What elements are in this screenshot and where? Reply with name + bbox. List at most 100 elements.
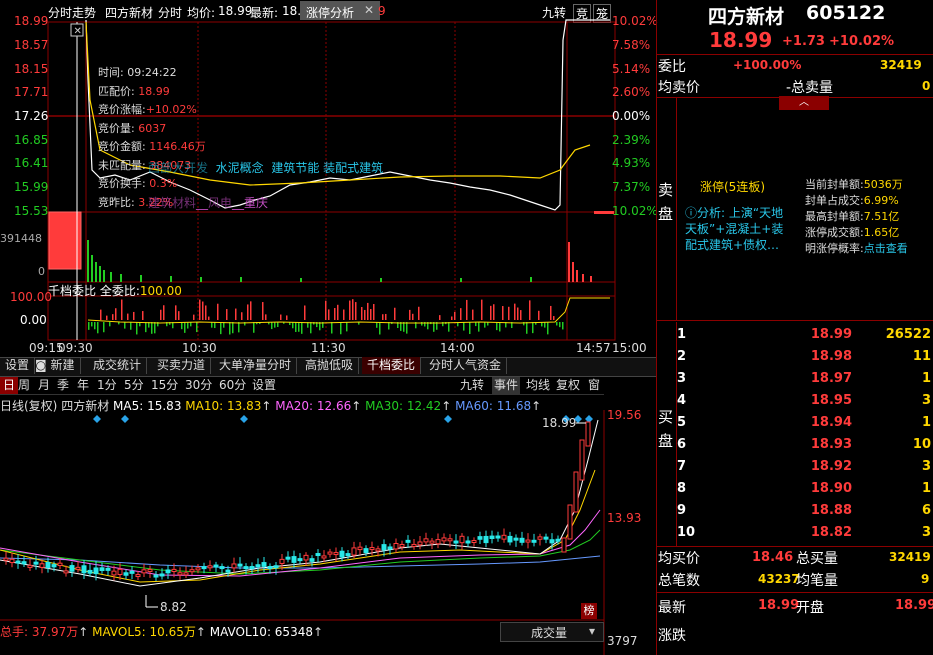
sub-chart-value: 100.00 <box>139 284 182 298</box>
candle <box>135 574 141 578</box>
candle <box>3 557 9 561</box>
tab-popularity[interactable]: 分时人气资金 <box>424 357 508 374</box>
weibi-bar <box>331 322 333 334</box>
avg-lot-label: 均笔量 <box>796 573 838 589</box>
weibi-bar <box>562 322 564 330</box>
weibi-bar <box>145 322 147 333</box>
tab-big-order[interactable]: 大单净量分时 <box>214 357 298 374</box>
weibi-bar <box>520 310 522 320</box>
weibi-bar <box>451 316 453 320</box>
rank-button[interactable]: 榜 <box>581 603 597 619</box>
collapse-icon[interactable]: ︿ <box>779 96 829 110</box>
concept-tag[interactable]: 风电 <box>208 196 232 210</box>
tool-events[interactable]: 事件 <box>492 377 521 394</box>
weibi-bar <box>538 310 540 320</box>
candle <box>45 562 51 569</box>
concept-tag[interactable]: 建筑节能 <box>271 161 319 175</box>
period-week[interactable]: 周 <box>18 377 30 394</box>
weibi-bar <box>175 305 177 320</box>
limit-up-analysis[interactable]: ⓘ分析: 上演“天地天板”+混凝土+装配式建筑+债权… <box>685 205 795 253</box>
quote-price: 18.99 <box>709 28 773 52</box>
weibi-bar <box>112 314 114 320</box>
weibi-bar <box>517 307 519 320</box>
period-settings[interactable]: 设置 <box>252 377 276 394</box>
tab-buy-sell-power[interactable]: 买卖力道 <box>152 357 212 374</box>
tab-trade-stats[interactable]: 成交统计 <box>88 357 148 374</box>
candle <box>279 558 285 564</box>
weibi-bar <box>238 322 240 333</box>
candle <box>189 569 195 573</box>
candle <box>195 567 201 571</box>
period-year[interactable]: 年 <box>77 377 89 394</box>
candle <box>309 558 315 562</box>
candle <box>387 546 393 550</box>
kline-chart[interactable] <box>0 410 656 655</box>
sell-side-label: 卖盘 <box>658 181 674 223</box>
concept-tag[interactable]: 建筑材料 <box>148 196 196 210</box>
pct-tick: 7.37% <box>612 180 651 194</box>
candle <box>513 537 519 541</box>
weibi-bar <box>100 309 102 320</box>
weibi-bar <box>187 322 189 329</box>
total-buy-value: 32419 <box>889 550 931 564</box>
period-day[interactable]: 日 <box>0 377 19 394</box>
tab-new[interactable]: ◙ 新建 <box>30 357 81 374</box>
tool-window[interactable]: 窗 <box>588 377 600 394</box>
tab-weibi[interactable]: 千档委比 <box>362 357 422 374</box>
view-probability-link[interactable]: 点击查看 <box>864 242 908 255</box>
weibi-bar <box>337 304 339 320</box>
total-trades-value: 43237 <box>758 572 800 586</box>
weibi-bar <box>469 322 471 335</box>
weibi-bar <box>217 303 219 320</box>
weibi-bar <box>196 322 198 333</box>
candle <box>573 471 579 513</box>
tool-jiuzhuan[interactable]: 九转 <box>460 377 484 394</box>
weibi-bar <box>262 302 264 320</box>
price-tick: 16.41 <box>14 156 49 170</box>
candle <box>423 538 429 543</box>
weibi-bar <box>502 306 504 320</box>
weibi-bar <box>490 305 492 320</box>
sub-chart-header: 千档委比 全委比:100.00 <box>48 282 182 299</box>
weibi-bar <box>460 308 462 320</box>
price-tick: 18.99 <box>14 14 49 28</box>
concept-tag[interactable]: 装配式建筑 <box>323 161 383 175</box>
weibi-bar <box>121 299 123 320</box>
period-60min[interactable]: 60分 <box>219 377 246 394</box>
candle <box>579 439 585 481</box>
latest-label: 最新 <box>658 600 686 616</box>
weibi-bar <box>292 322 294 329</box>
period-30min[interactable]: 30分 <box>185 377 212 394</box>
time-label: 11:30 <box>311 341 346 355</box>
candle <box>147 568 153 572</box>
weibi-bar <box>472 309 474 320</box>
concept-tag[interactable]: 西部大开发 <box>148 161 208 175</box>
period-season[interactable]: 季 <box>57 377 69 394</box>
concept-tag[interactable]: 水泥概念 <box>216 161 264 175</box>
sub-tick: 0.00 <box>20 313 47 327</box>
candle <box>399 544 405 548</box>
candle <box>69 565 75 572</box>
period-15min[interactable]: 15分 <box>151 377 178 394</box>
book-row: 4 18.95 3 <box>677 393 931 408</box>
avg-buy-label: 均买价 <box>658 551 700 567</box>
candle <box>453 540 459 544</box>
tool-ma[interactable]: 均线 <box>526 377 550 394</box>
concept-tag[interactable]: 重庆 <box>244 196 268 210</box>
weibi-bar <box>355 302 357 320</box>
volume-select[interactable]: 成交量 ▾ <box>500 622 604 642</box>
sub-chart-title: 千档委比 <box>48 284 97 298</box>
candle <box>33 561 39 565</box>
pct-tick: 0.00% <box>612 109 651 123</box>
tool-adjust[interactable]: 复权 <box>556 377 580 394</box>
change-label: 涨跌 <box>658 628 686 644</box>
period-1min[interactable]: 1分 <box>97 377 117 394</box>
candle <box>483 535 489 544</box>
period-5min[interactable]: 5分 <box>124 377 144 394</box>
weibi-bar <box>382 314 384 320</box>
weibi-bar <box>514 303 516 320</box>
tab-high-low[interactable]: 高抛低吸 <box>300 357 360 374</box>
period-month[interactable]: 月 <box>38 377 50 394</box>
quote-change: +1.73 <box>782 34 825 49</box>
weibi-bar <box>499 322 501 332</box>
